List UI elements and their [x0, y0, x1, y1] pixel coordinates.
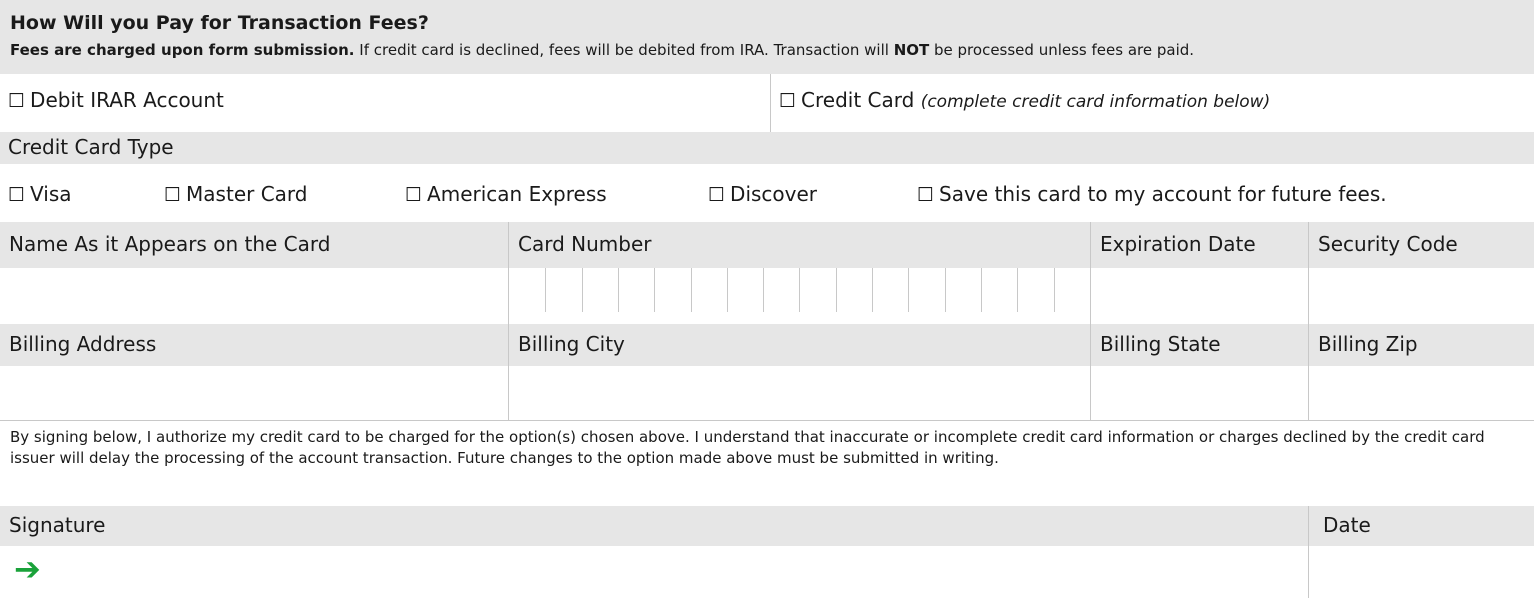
debit-option[interactable]: ☐ Debit IRAR Account — [0, 74, 770, 132]
card-digit-box — [835, 268, 872, 312]
card-digit-box — [581, 268, 618, 312]
payment-method-row: ☐ Debit IRAR Account ☐ Credit Card (comple… — [0, 74, 1534, 132]
card-digit-box — [763, 268, 799, 312]
card-digit-box — [944, 268, 981, 312]
card-digit-box — [908, 268, 944, 312]
card-digit-box — [654, 268, 690, 312]
fees-notice-bold: Fees are charged upon form submission. — [10, 41, 355, 59]
discover-option[interactable]: ☐ Discover — [708, 182, 817, 206]
fees-notice-not: NOT — [893, 41, 930, 59]
card-digit-box — [545, 268, 581, 312]
date-input[interactable] — [1308, 546, 1534, 598]
card-number-label: Card Number — [508, 222, 1090, 268]
card-type-header: Credit Card Type — [0, 132, 1534, 164]
discover-label: Discover — [730, 182, 818, 206]
discover-checkbox-icon[interactable]: ☐ — [708, 184, 725, 206]
mastercard-checkbox-icon[interactable]: ☐ — [164, 184, 181, 206]
fees-header: How Will you Pay for Transaction Fees? F… — [0, 0, 1534, 74]
card-digit-box — [726, 268, 763, 312]
visa-label: Visa — [30, 182, 72, 206]
save-card-checkbox-icon[interactable]: ☐ — [917, 184, 934, 206]
credit-checkbox-icon[interactable]: ☐ — [779, 90, 796, 112]
visa-option[interactable]: ☐ Visa — [8, 182, 72, 206]
arrow-right-icon: ➔ — [14, 550, 41, 588]
card-digit-box — [1017, 268, 1053, 312]
billing-state-input[interactable] — [1090, 366, 1308, 420]
expiration-date-input[interactable] — [1090, 268, 1308, 324]
billing-fields-inputs — [0, 366, 1534, 420]
card-fields-header: Name As it Appears on the Card Card Numb… — [0, 222, 1534, 268]
name-on-card-input[interactable] — [0, 268, 508, 324]
credit-label: Credit Card — [801, 88, 915, 112]
debit-label: Debit IRAR Account — [30, 88, 224, 112]
card-number-input[interactable] — [508, 268, 1090, 324]
mastercard-option[interactable]: ☐ Master Card — [164, 182, 308, 206]
fees-notice: Fees are charged upon form submission. I… — [10, 38, 1534, 62]
billing-fields-header: Billing Address Billing City Billing Sta… — [0, 324, 1534, 366]
fees-notice-text-end: be processed unless fees are paid. — [929, 41, 1195, 59]
fees-notice-text: If credit card is declined, fees will be… — [354, 41, 894, 59]
security-code-label: Security Code — [1308, 222, 1534, 268]
save-card-option[interactable]: ☐ Save this card to my account for future… — [917, 182, 1387, 206]
card-digit-box — [617, 268, 654, 312]
security-code-input[interactable] — [1308, 268, 1534, 324]
billing-city-input[interactable] — [508, 366, 1090, 420]
signature-inputs: ➔ — [0, 546, 1534, 598]
card-digit-box — [872, 268, 908, 312]
signature-header: Signature Date — [0, 506, 1534, 546]
billing-state-label: Billing State — [1090, 324, 1308, 366]
amex-label: American Express — [427, 182, 607, 206]
credit-option[interactable]: ☐ Credit Card (complete credit card infor… — [770, 74, 1534, 132]
card-digit-box — [1053, 268, 1090, 312]
expiration-date-label: Expiration Date — [1090, 222, 1308, 268]
card-number-digit-boxes — [509, 268, 1090, 312]
billing-zip-label: Billing Zip — [1308, 324, 1534, 366]
billing-zip-input[interactable] — [1308, 366, 1534, 420]
billing-address-label: Billing Address — [9, 332, 157, 356]
amex-checkbox-icon[interactable]: ☐ — [405, 184, 422, 206]
billing-city-label: Billing City — [508, 324, 1090, 366]
section-title: How Will you Pay for Transaction Fees? — [10, 12, 429, 34]
card-fields-inputs — [0, 268, 1534, 324]
credit-note: (complete credit card information below) — [920, 92, 1271, 112]
debit-checkbox-icon[interactable]: ☐ — [8, 90, 25, 112]
amex-option[interactable]: ☐ American Express — [405, 182, 607, 206]
visa-checkbox-icon[interactable]: ☐ — [8, 184, 25, 206]
card-digit-box — [799, 268, 835, 312]
mastercard-label: Master Card — [186, 182, 308, 206]
signature-label: Signature — [9, 513, 106, 537]
save-card-label: Save this card to my account for future … — [939, 182, 1387, 206]
date-label: Date — [1308, 506, 1534, 546]
billing-address-input[interactable] — [0, 366, 508, 420]
card-digit-box — [980, 268, 1017, 312]
name-on-card-label: Name As it Appears on the Card — [9, 232, 331, 256]
signature-input[interactable]: ➔ — [0, 546, 1308, 598]
card-type-heading: Credit Card Type — [8, 135, 174, 159]
card-digit-box — [690, 268, 727, 312]
authorization-text: By signing below, I authorize my credit … — [0, 420, 1534, 506]
